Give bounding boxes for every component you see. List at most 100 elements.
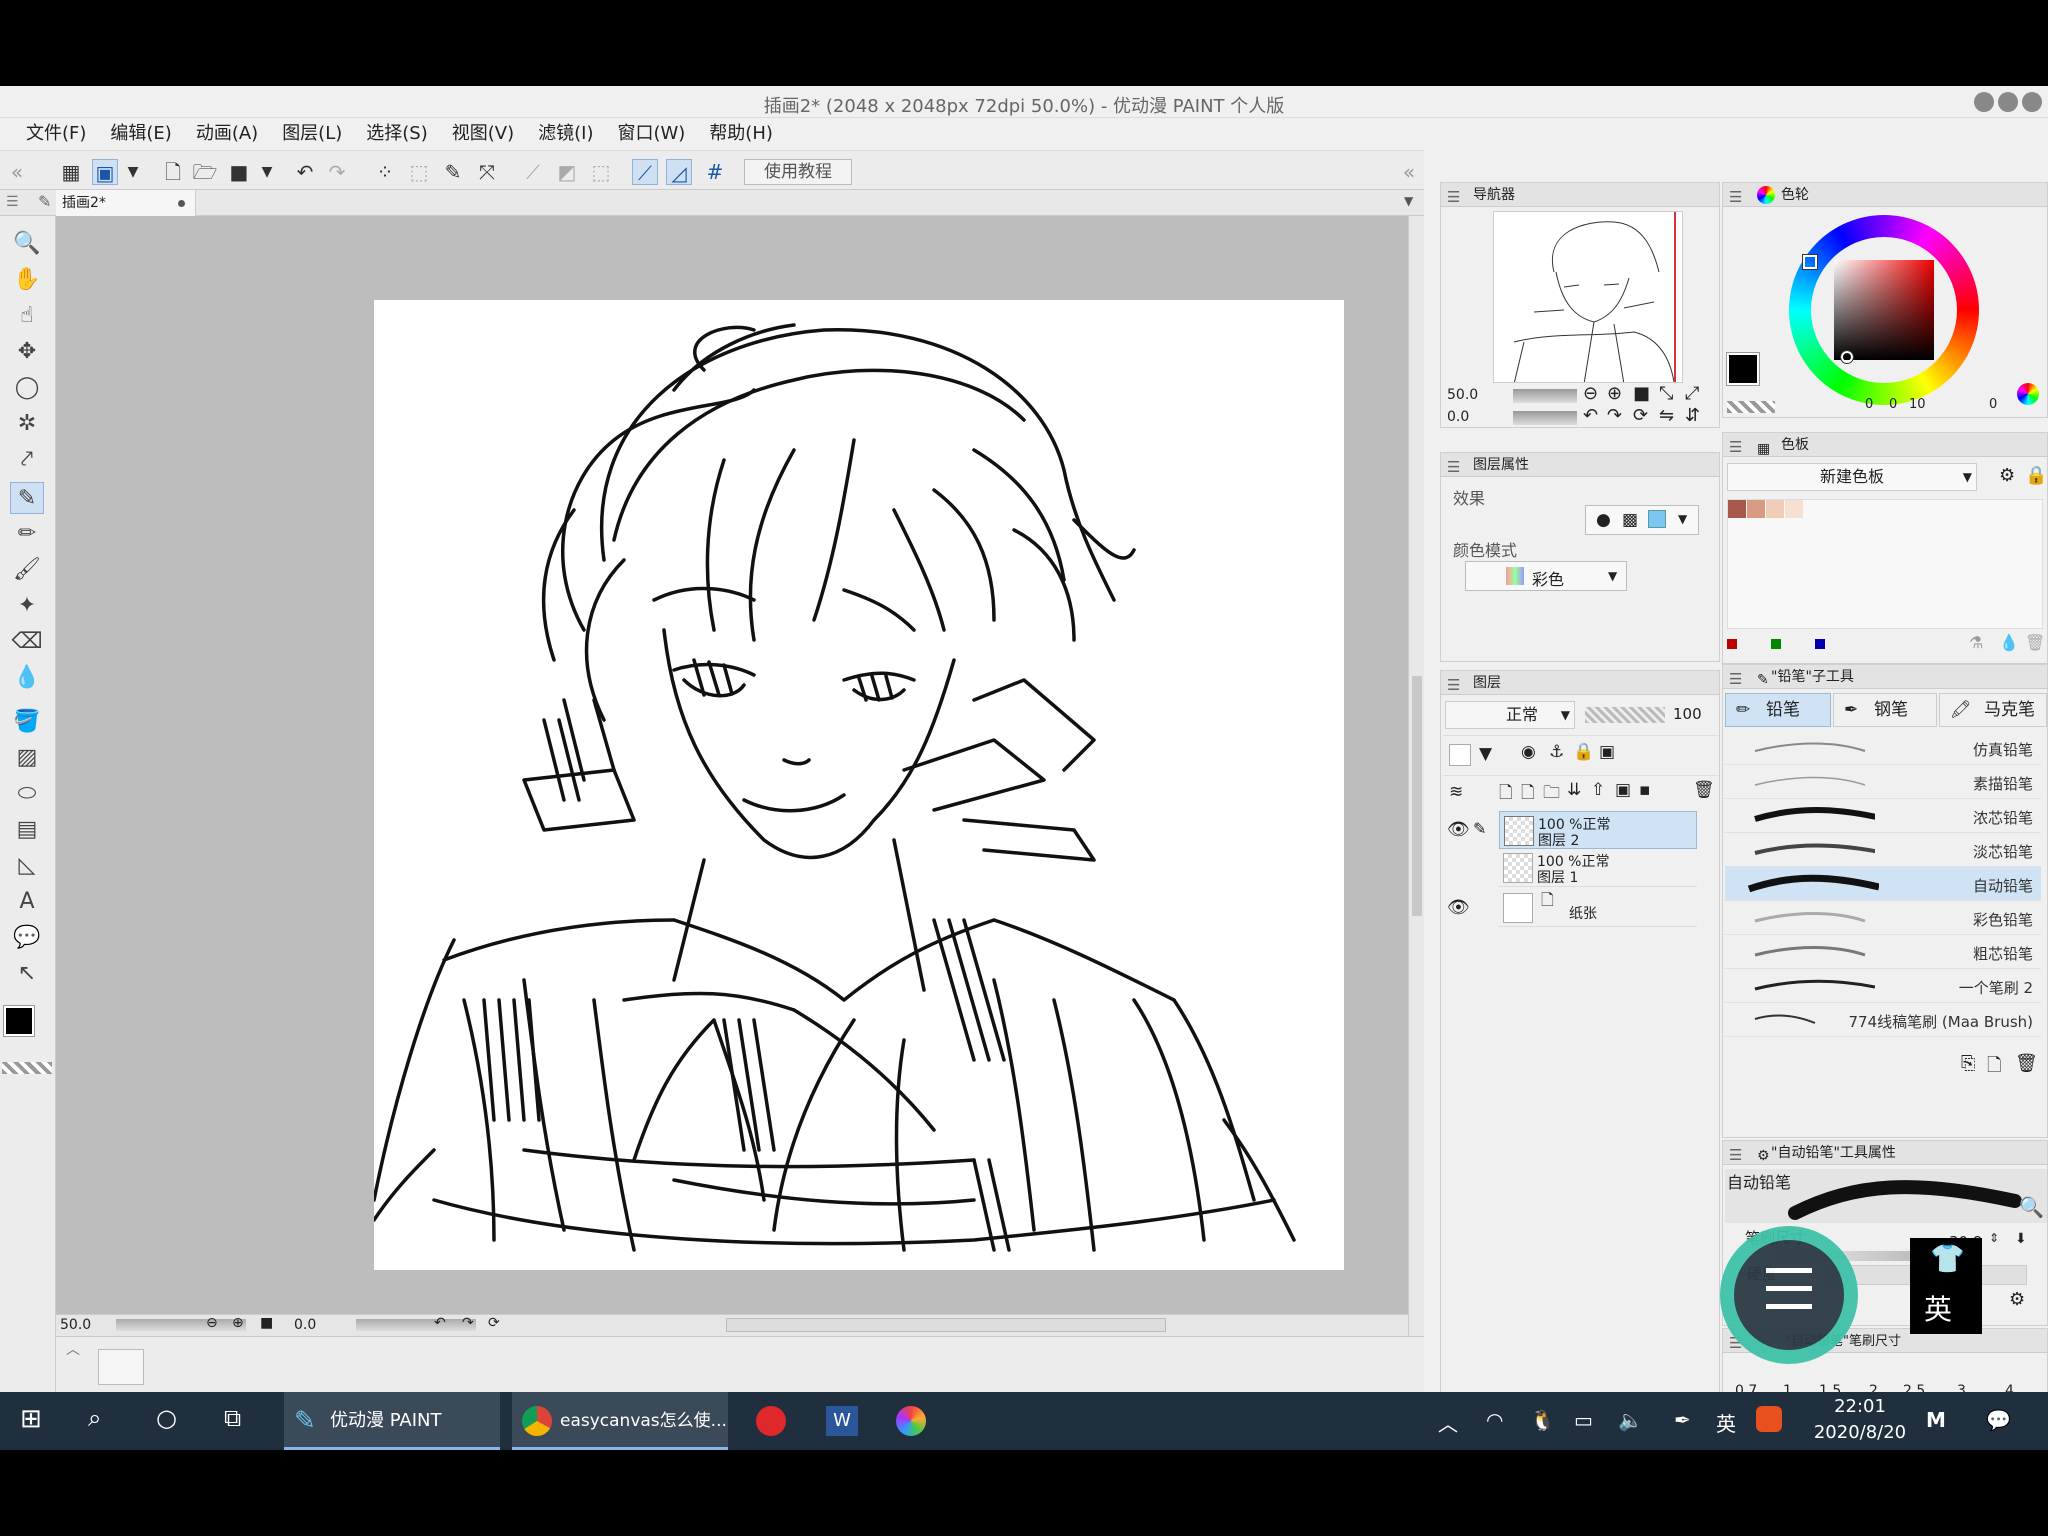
navigator-actual-size-icon[interactable]: ⤢	[1685, 383, 1699, 404]
color-swatch[interactable]	[1785, 500, 1803, 518]
color-mode-select[interactable]: 彩色 ▼	[1465, 561, 1627, 591]
color-swatch[interactable]	[1766, 500, 1784, 518]
task-view-icon[interactable]: ⧉	[224, 1404, 241, 1432]
collapse-right-icon[interactable]: «	[1396, 159, 1422, 185]
navigator-zoom-value[interactable]: 50.0	[1447, 387, 1478, 403]
layer-stack-icon[interactable]: ≋	[1449, 782, 1463, 802]
search-icon[interactable]: 🔍	[2019, 1195, 2044, 1219]
qq-icon[interactable]: 🐧	[1530, 1408, 1555, 1432]
navigator-zoom-out-icon[interactable]: ⊖	[1583, 383, 1598, 404]
blend-mode-select[interactable]: 正常 ▼	[1445, 701, 1575, 729]
subtool-tab-pen[interactable]: ✒ 钢笔	[1833, 693, 1937, 727]
floating-menu-button[interactable]	[1720, 1226, 1858, 1364]
snap-grid-icon[interactable]: #	[702, 159, 728, 185]
pen-tool-icon[interactable]: ✎	[10, 482, 44, 514]
gradient-tool-icon[interactable]: ▨	[10, 742, 44, 774]
navigator-zoom-slider[interactable]	[1513, 389, 1577, 403]
main-color-swatch[interactable]	[3, 1005, 35, 1037]
zoom-tool-icon[interactable]: 🔍	[10, 228, 44, 260]
tool-property-tab-icon[interactable]: ⚙	[1757, 1144, 1770, 1168]
zoom-slider[interactable]	[116, 1319, 246, 1331]
operation-tool-icon[interactable]: ☝	[10, 300, 44, 332]
new-subtool-icon[interactable]: 🗋	[1987, 1053, 2001, 1083]
s-value[interactable]: 0	[1889, 397, 1897, 412]
taskbar-lang[interactable]: 英	[1716, 1408, 1736, 1437]
layer-row[interactable]: 👁 ✎ 100 %正常 图层 2	[1441, 811, 1717, 849]
brush-item[interactable]: 素描铅笔	[1725, 765, 2041, 799]
eyedropper-icon[interactable]: ⤤	[10, 444, 44, 476]
rotation-value[interactable]: 0.0	[294, 1317, 316, 1333]
figure-tool-icon[interactable]: ⬭	[10, 778, 44, 810]
tray-expand-icon[interactable]: ︿	[1438, 1408, 1458, 1437]
panel-menu-icon[interactable]: ☰	[1447, 455, 1460, 479]
clip-layer-icon[interactable]: ◉	[1521, 742, 1536, 762]
saturation-value-square[interactable]	[1834, 260, 1934, 360]
reference-layer-icon[interactable]: ⚓	[1549, 742, 1564, 762]
drawing-canvas[interactable]	[374, 300, 1344, 1270]
cortana-icon[interactable]: ○	[156, 1404, 177, 1432]
maximize-button[interactable]	[1998, 92, 2018, 112]
navigator-preview[interactable]	[1493, 211, 1683, 383]
clock-date[interactable]: 2020/8/20	[1800, 1422, 1920, 1443]
menu-filter[interactable]: 滤镜(I)	[526, 118, 605, 150]
select-area-icon[interactable]: ⬚	[588, 159, 614, 185]
battery-icon[interactable]: ▭	[1574, 1408, 1593, 1432]
apply-mask-icon[interactable]: ▪	[1639, 780, 1651, 800]
balloon-tool-icon[interactable]: 💬	[10, 922, 44, 954]
scrollbar-thumb[interactable]	[1412, 676, 1422, 916]
tutorial-button[interactable]: 使用教程	[744, 159, 852, 185]
new-raster-layer-icon[interactable]: 🗋	[1499, 780, 1513, 809]
effect-dropdown-icon[interactable]: ▼	[1678, 512, 1687, 526]
delete-layer-icon[interactable]: 🗑	[1693, 780, 1715, 800]
fill-tool-icon[interactable]: 🪣	[10, 706, 44, 738]
copy-subtool-icon[interactable]: ⎘	[1961, 1053, 1975, 1074]
dropdown-arrow-icon[interactable]: ▼	[120, 159, 146, 185]
tool-settings-icon[interactable]: ⚙	[2009, 1289, 2025, 1310]
transfer-icon[interactable]: ⇧	[1591, 780, 1605, 800]
navigator-rotate-right-icon[interactable]: ↷	[1607, 405, 1622, 426]
navigator-rotation-value[interactable]: 0.0	[1447, 409, 1469, 425]
crop-icon[interactable]: ⬚	[406, 159, 432, 185]
lock-transparency-icon[interactable]: ▣	[1599, 742, 1615, 762]
merge-down-icon[interactable]: ⇊	[1567, 780, 1581, 800]
menu-help[interactable]: 帮助(H)	[697, 118, 785, 150]
layer-row[interactable]: 👁 🗋 纸张	[1441, 887, 1717, 927]
panel-menu-icon[interactable]: ☰	[1447, 185, 1460, 209]
lock-layer-icon[interactable]: 🔒	[1573, 742, 1594, 762]
snap-ruler-icon[interactable]: ⟋	[632, 159, 658, 185]
collapse-left-icon[interactable]: «	[4, 159, 30, 185]
undo-icon[interactable]: ↶	[292, 159, 318, 185]
panel-menu-icon[interactable]: ☰	[1729, 667, 1742, 691]
notification-icon[interactable]: 💬	[1986, 1408, 2011, 1432]
panel-menu-icon[interactable]: ☰	[1729, 185, 1742, 209]
effect-selector[interactable]: ● ▩ ▼	[1585, 505, 1699, 535]
new-vector-layer-icon[interactable]: 🗋	[1521, 780, 1535, 809]
menu-view[interactable]: 视图(V)	[440, 118, 526, 150]
menu-window[interactable]: 窗口(W)	[605, 118, 697, 150]
brush-item[interactable]: 仿真铅笔	[1725, 731, 2041, 765]
color-swatch[interactable]	[1747, 500, 1765, 518]
brush-item[interactable]: 自动铅笔	[1725, 867, 2041, 901]
document-tab[interactable]: 插画2*	[56, 190, 196, 216]
draw-color-icon[interactable]	[1449, 744, 1471, 766]
opacity-value[interactable]: 100	[1673, 705, 1702, 723]
navigator-fit-icon[interactable]: ■	[1633, 383, 1650, 404]
expand-up-icon[interactable]: ︿	[66, 1339, 80, 1359]
color-mode-switch-icon[interactable]	[2017, 383, 2039, 405]
redo-icon[interactable]: ↷	[324, 159, 350, 185]
menu-file[interactable]: 文件(F)	[14, 118, 98, 150]
color-swatch[interactable]	[1728, 500, 1746, 518]
color-set-tab-icon[interactable]: ▦	[1757, 437, 1770, 461]
layer-row[interactable]: 100 %正常 图层 1	[1441, 849, 1717, 887]
draw-color-dropdown-icon[interactable]: ▼	[1479, 744, 1492, 764]
delete-color-icon[interactable]: 🗑	[2025, 633, 2045, 652]
eraser-tool-icon[interactable]: ⌫	[10, 626, 44, 658]
wheel-main-color[interactable]	[1726, 352, 1760, 386]
brush-item[interactable]: 一个笔刷 2	[1725, 969, 2041, 1003]
screen-mode-icon[interactable]: ▣	[92, 159, 118, 185]
move-layer-icon[interactable]: ✥	[10, 336, 44, 368]
brush-tool-icon[interactable]: 🖌	[10, 554, 44, 586]
color-app-icon[interactable]	[896, 1406, 926, 1436]
eyedropper-add-icon[interactable]: ⚗	[1969, 633, 1983, 652]
navigator-zoom-in-icon[interactable]: ⊕	[1607, 383, 1622, 404]
